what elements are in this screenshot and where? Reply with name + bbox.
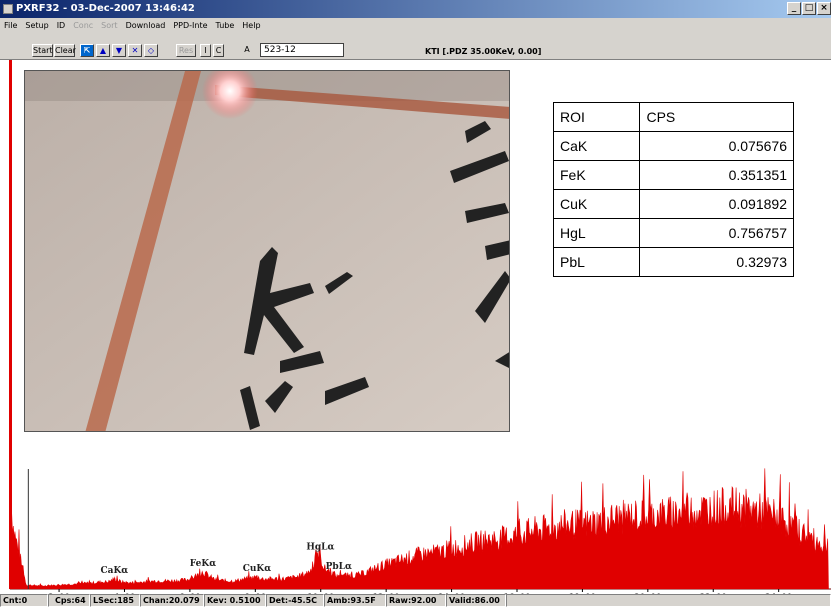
menu-item-setup[interactable]: Setup — [21, 21, 52, 30]
peak-label: CaKα — [100, 566, 128, 576]
close-button[interactable]: × — [817, 2, 831, 15]
roi-name: CaK — [552, 131, 641, 161]
app-icon — [3, 4, 13, 14]
roi-name: PbL — [552, 247, 641, 277]
arrow-up-left-icon[interactable]: ⇱ — [80, 44, 94, 57]
start-button[interactable]: Start — [32, 44, 53, 57]
low-energy-peak — [9, 60, 12, 589]
diamond-icon[interactable]: ◇ — [144, 44, 158, 57]
table-row: PbL 0.32973 — [552, 247, 794, 277]
status-detector-temp: Det:-45.5C — [266, 594, 324, 607]
table-row: HgL 0.756757 — [552, 218, 794, 248]
table-row: CuK 0.091892 — [552, 189, 794, 219]
window-title: PXRF32 - 03-Dec-2007 13:46:42 — [16, 3, 195, 14]
roi-name: FeK — [552, 160, 641, 190]
status-ambient-temp: Amb:93.5F — [324, 594, 386, 607]
cps-value: 0.091892 — [639, 189, 794, 219]
menu-item-download[interactable]: Download — [122, 21, 170, 30]
status-kev: Kev: 0.5100 — [204, 594, 266, 607]
roi-table: ROI CPS CaK 0.075676 FeK 0.351351 CuK 0.091… — [552, 102, 794, 277]
status-channel: Chan:20.079 — [140, 594, 204, 607]
clear-button[interactable]: Clear — [54, 44, 76, 57]
peak-label: CuKα — [243, 564, 272, 574]
menu-item-help[interactable]: Help — [238, 21, 264, 30]
c-button[interactable]: C — [213, 44, 224, 57]
status-empty — [506, 594, 831, 607]
minimize-button[interactable]: _ — [787, 2, 801, 15]
menu-item-conc[interactable]: Conc — [69, 21, 97, 30]
a-label: A — [240, 44, 254, 57]
cps-value: 0.756757 — [639, 218, 794, 248]
menu-bar: File Setup ID Conc Sort Download PPD-Inte Tube H… — [0, 18, 831, 32]
status-count: Cnt:0 — [0, 594, 48, 607]
peak-label: FeKα — [190, 559, 216, 569]
cps-header: CPS — [639, 102, 794, 132]
roi-table-header: ROI CPS — [552, 102, 794, 132]
status-cps: Cps:64 — [48, 594, 90, 607]
i-button[interactable]: I — [200, 44, 211, 57]
roi-name: CuK — [552, 189, 641, 219]
arrow-up-icon[interactable]: ▲ — [96, 44, 110, 57]
cps-value: 0.075676 — [639, 131, 794, 161]
menu-item-id[interactable]: ID — [53, 21, 70, 30]
status-raw: Raw:92.00 — [386, 594, 446, 607]
roi-name: HgL — [552, 218, 641, 248]
arrow-down-icon[interactable]: ▼ — [112, 44, 126, 57]
cps-value: 0.351351 — [639, 160, 794, 190]
cps-value: 0.32973 — [639, 247, 794, 277]
peak-label: PbLα — [326, 562, 352, 572]
table-row: CaK 0.075676 — [552, 131, 794, 161]
spectrum-status-readout: KTI [.PDZ 35.00KeV, 0.00] — [425, 47, 542, 56]
status-valid: Valid:86.00 — [446, 594, 506, 607]
res-button[interactable]: Res — [176, 44, 196, 57]
menu-item-tube[interactable]: Tube — [212, 21, 239, 30]
spectrum-series — [9, 468, 831, 590]
peak-label: HgLα — [306, 543, 334, 553]
sample-id-input[interactable]: 523-12 — [260, 43, 344, 57]
menu-item-sort[interactable]: Sort — [97, 21, 121, 30]
roi-header: ROI — [552, 102, 641, 132]
maximize-button[interactable]: □ — [802, 2, 816, 15]
menu-item-file[interactable]: File — [0, 21, 21, 30]
sample-camera-image — [24, 70, 510, 432]
title-bar: PXRF32 - 03-Dec-2007 13:46:42 _ □ × — [0, 0, 831, 18]
status-bar: Cnt:0 Cps:64 LSec:185 Chan:20.079 Kev: 0… — [0, 594, 831, 607]
table-row: FeK 0.351351 — [552, 160, 794, 190]
window-controls: _ □ × — [787, 2, 831, 15]
menu-item-ppd-inte[interactable]: PPD-Inte — [169, 21, 211, 30]
status-livesec: LSec:185 — [90, 594, 140, 607]
toolbar: Start Clear ⇱ ▲ ▼ ✕ ◇ Res I C A 523-12 K… — [0, 32, 831, 60]
close-x-icon[interactable]: ✕ — [128, 44, 142, 57]
